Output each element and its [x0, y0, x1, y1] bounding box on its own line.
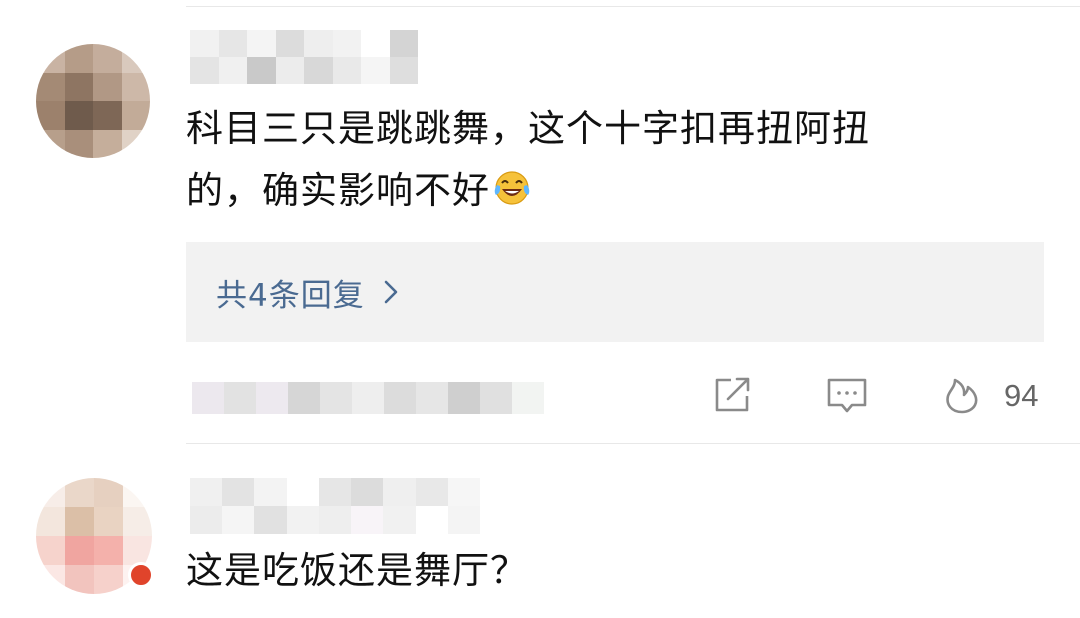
- replies-count-label: 共4条回复: [216, 277, 365, 314]
- top-divider: [186, 6, 1080, 7]
- laughing-tears-emoji: [494, 171, 530, 205]
- comment-text: 这是吃饭还是舞厅？: [186, 540, 528, 602]
- comment-feed: 科目三只是跳跳舞，这个十字扣再扭阿扭 的，确实影响不好 共4条回复 94 这是吃…: [0, 0, 1080, 618]
- comment-text-line1: 科目三只是跳跳舞，这个十字扣再扭阿扭: [186, 107, 870, 150]
- avatar-mosaic: [36, 44, 150, 158]
- avatar[interactable]: [36, 44, 150, 158]
- username-blurred[interactable]: [190, 30, 418, 84]
- comment-text-line1: 这是吃饭还是舞厅？: [186, 549, 528, 592]
- comment-actions: 94: [0, 370, 1080, 420]
- view-replies-button[interactable]: 共4条回复: [186, 242, 1044, 342]
- chevron-right-icon: [384, 280, 398, 304]
- verified-badge-icon: [128, 562, 154, 588]
- comment-text-line2: 的，确实影响不好: [186, 169, 490, 212]
- comment-icon[interactable]: [826, 375, 868, 415]
- comment-text: 科目三只是跳跳舞，这个十字扣再扭阿扭 的，确实影响不好: [186, 98, 870, 222]
- comment-divider: [186, 443, 1080, 444]
- timestamp-blurred: [192, 382, 544, 414]
- username-blurred[interactable]: [190, 478, 480, 534]
- like-count: 94: [1004, 378, 1039, 413]
- flame-like-icon[interactable]: [942, 375, 982, 415]
- share-icon[interactable]: [712, 375, 754, 415]
